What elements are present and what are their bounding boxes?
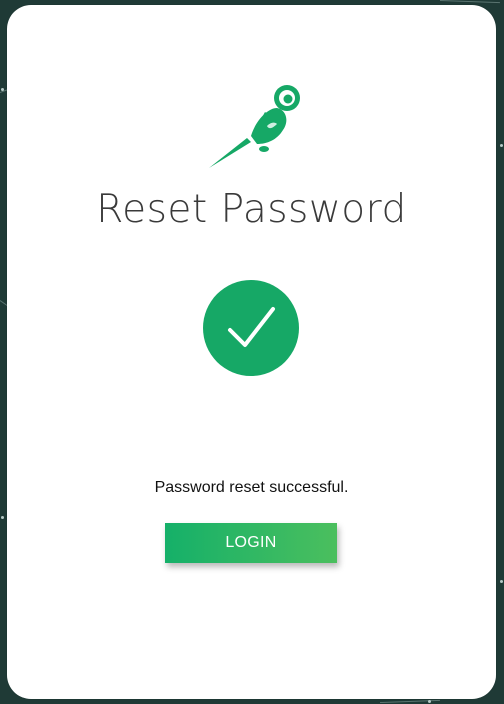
reset-password-card: Reset Password Password reset successful… <box>7 5 496 699</box>
login-button[interactable]: LOGIN <box>165 523 337 563</box>
rocket-astronaut-logo-icon <box>207 78 311 172</box>
background-line <box>439 0 500 4</box>
background-dot <box>1 516 4 519</box>
background-dot <box>500 580 503 583</box>
background-dot <box>500 144 503 147</box>
background-dot <box>1 88 4 91</box>
page-title: Reset Password <box>96 187 407 232</box>
check-circle-icon <box>203 280 299 376</box>
status-message: Password reset successful. <box>154 479 349 496</box>
